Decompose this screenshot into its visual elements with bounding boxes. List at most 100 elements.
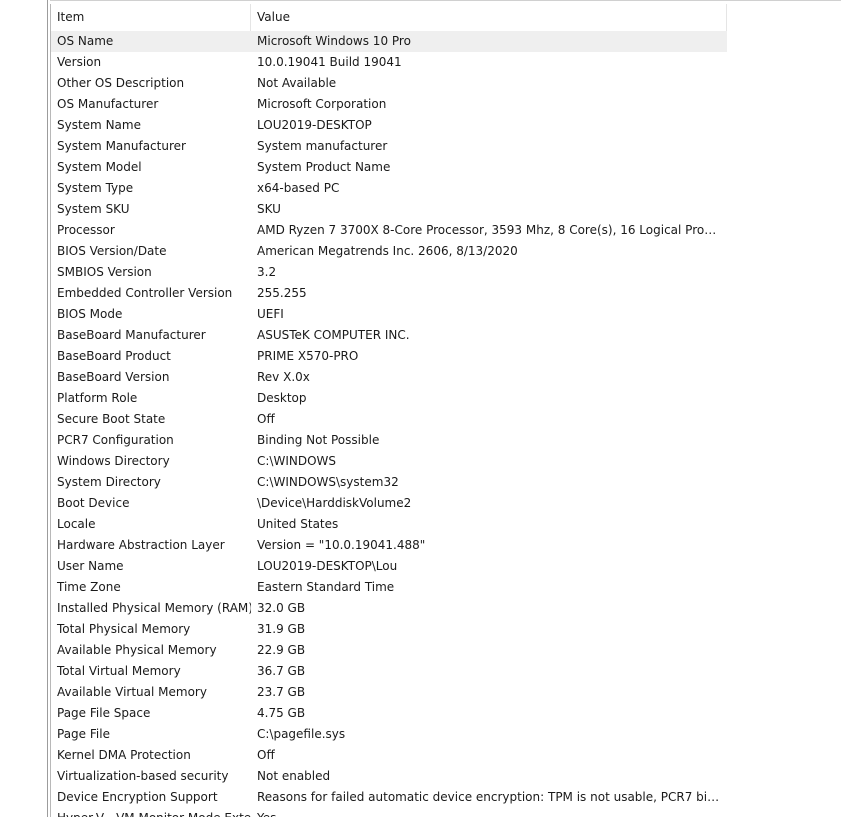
value-cell: SKU <box>257 202 281 216</box>
item-cell: System Directory <box>57 475 161 489</box>
table-row[interactable]: Total Virtual Memory 36.7 GB <box>51 661 841 682</box>
item-cell: Virtualization-based security <box>57 769 229 783</box>
table-row[interactable]: Page File C:\pagefile.sys <box>51 724 841 745</box>
item-cell: System Manufacturer <box>57 139 186 153</box>
value-cell: Off <box>257 748 275 762</box>
value-cell: Binding Not Possible <box>257 433 380 447</box>
item-cell: Embedded Controller Version <box>57 286 233 300</box>
value-cell: 22.9 GB <box>257 643 306 657</box>
table-row[interactable]: BaseBoard Manufacturer ASUSTeK COMPUTER … <box>51 325 841 346</box>
value-cell: Rev X.0x <box>257 370 310 384</box>
value-cell: LOU2019-DESKTOP\Lou <box>257 559 398 573</box>
item-cell: Page File <box>57 727 110 741</box>
item-cell: System Name <box>57 118 141 132</box>
table-row[interactable]: BIOS Mode UEFI <box>51 304 841 325</box>
table-row[interactable]: BIOS Version/Date American Megatrends In… <box>51 241 841 262</box>
item-cell: Kernel DMA Protection <box>57 748 191 762</box>
table-row[interactable]: Kernel DMA Protection Off <box>51 745 841 766</box>
table-row[interactable]: System Manufacturer System manufacturer <box>51 136 841 157</box>
table-row[interactable]: OS Manufacturer Microsoft Corporation <box>51 94 841 115</box>
item-cell: Device Encryption Support <box>57 790 218 804</box>
table-row[interactable]: OS Name Microsoft Windows 10 Pro <box>51 31 727 52</box>
table-row[interactable]: Hardware Abstraction Layer Version = "10… <box>51 535 841 556</box>
value-cell: \Device\HarddiskVolume2 <box>257 496 412 510</box>
item-cell: Hardware Abstraction Layer <box>57 538 225 552</box>
table-row[interactable]: System Name LOU2019-DESKTOP <box>51 115 841 136</box>
table-row[interactable]: PCR7 Configuration Binding Not Possible <box>51 430 841 451</box>
item-cell: Secure Boot State <box>57 412 166 426</box>
table-row[interactable]: Page File Space 4.75 GB <box>51 703 841 724</box>
value-cell: C:\WINDOWS <box>257 454 337 468</box>
value-cell: 10.0.19041 Build 19041 <box>257 55 402 69</box>
item-cell: Available Physical Memory <box>57 643 217 657</box>
value-cell: System manufacturer <box>257 139 388 153</box>
item-cell: BaseBoard Version <box>57 370 170 384</box>
item-cell: Platform Role <box>57 391 138 405</box>
table-row[interactable]: System Model System Product Name <box>51 157 841 178</box>
table-row[interactable]: System SKU SKU <box>51 199 841 220</box>
table-row[interactable]: Processor AMD Ryzen 7 3700X 8-Core Proce… <box>51 220 841 241</box>
column-header-value[interactable]: Value <box>251 4 727 31</box>
value-cell: Version = "10.0.19041.488" <box>257 538 426 552</box>
item-cell: BaseBoard Product <box>57 349 171 363</box>
item-cell: BaseBoard Manufacturer <box>57 328 206 342</box>
table-row[interactable]: Hyper-V - VM Monitor Mode Extensions Yes <box>51 808 841 817</box>
item-cell: Processor <box>57 223 115 237</box>
item-cell: BIOS Mode <box>57 307 123 321</box>
value-cell: Not Available <box>257 76 337 90</box>
table-row[interactable]: Secure Boot State Off <box>51 409 841 430</box>
value-cell: ASUSTeK COMPUTER INC. <box>257 328 410 342</box>
item-cell: PCR7 Configuration <box>57 433 174 447</box>
item-cell: Page File Space <box>57 706 151 720</box>
value-cell: 32.0 GB <box>257 601 306 615</box>
table-row[interactable]: Device Encryption Support Reasons for fa… <box>51 787 841 808</box>
table-row[interactable]: Virtualization-based security Not enable… <box>51 766 841 787</box>
value-cell: American Megatrends Inc. 2606, 8/13/2020 <box>257 244 518 258</box>
table-row[interactable]: SMBIOS Version 3.2 <box>51 262 841 283</box>
item-cell: Available Virtual Memory <box>57 685 207 699</box>
value-cell: C:\WINDOWS\system32 <box>257 475 399 489</box>
table-row[interactable]: Windows Directory C:\WINDOWS <box>51 451 841 472</box>
table-row[interactable]: Installed Physical Memory (RAM) 32.0 GB <box>51 598 841 619</box>
category-tree-pane[interactable] <box>0 0 48 817</box>
value-cell: PRIME X570-PRO <box>257 349 359 363</box>
value-cell: Microsoft Corporation <box>257 97 387 111</box>
value-cell: C:\pagefile.sys <box>257 727 346 741</box>
table-row[interactable]: BaseBoard Product PRIME X570-PRO <box>51 346 841 367</box>
table-row[interactable]: System Directory C:\WINDOWS\system32 <box>51 472 841 493</box>
item-cell: System Type <box>57 181 134 195</box>
value-cell: Off <box>257 412 275 426</box>
table-row[interactable]: Locale United States <box>51 514 841 535</box>
item-cell: Windows Directory <box>57 454 170 468</box>
table-row[interactable]: Available Physical Memory 22.9 GB <box>51 640 841 661</box>
item-cell: Hyper-V - VM Monitor Mode Extensions <box>51 808 251 817</box>
item-cell: OS Manufacturer <box>57 97 159 111</box>
table-row[interactable]: Time Zone Eastern Standard Time <box>51 577 841 598</box>
value-cell: Not enabled <box>257 769 331 783</box>
table-row[interactable]: Available Virtual Memory 23.7 GB <box>51 682 841 703</box>
top-border <box>50 0 841 1</box>
system-summary-list[interactable]: Item Value OS Name Microsoft Windows 10 … <box>50 4 841 817</box>
value-cell: 31.9 GB <box>257 622 306 636</box>
item-cell: Time Zone <box>57 580 121 594</box>
table-row[interactable]: Version 10.0.19041 Build 19041 <box>51 52 841 73</box>
column-header-item[interactable]: Item <box>51 4 251 31</box>
table-row[interactable]: Platform Role Desktop <box>51 388 841 409</box>
table-row[interactable]: System Type x64-based PC <box>51 178 841 199</box>
value-cell: 4.75 GB <box>257 706 306 720</box>
list-rows: OS Name Microsoft Windows 10 Pro Version… <box>51 31 841 817</box>
table-row[interactable]: User Name LOU2019-DESKTOP\Lou <box>51 556 841 577</box>
value-cell: 3.2 <box>257 265 277 279</box>
value-cell: Yes <box>251 808 721 817</box>
item-cell: Version <box>57 55 102 69</box>
table-row[interactable]: BaseBoard Version Rev X.0x <box>51 367 841 388</box>
table-row[interactable]: Embedded Controller Version 255.255 <box>51 283 841 304</box>
item-cell: Installed Physical Memory (RAM) <box>57 601 251 615</box>
table-row[interactable]: Total Physical Memory 31.9 GB <box>51 619 841 640</box>
value-cell: United States <box>257 517 339 531</box>
table-row[interactable]: Other OS Description Not Available <box>51 73 841 94</box>
table-row[interactable]: Boot Device \Device\HarddiskVolume2 <box>51 493 841 514</box>
item-cell: Locale <box>57 517 96 531</box>
item-cell: BIOS Version/Date <box>57 244 167 258</box>
value-cell: Reasons for failed automatic device encr… <box>257 790 721 804</box>
